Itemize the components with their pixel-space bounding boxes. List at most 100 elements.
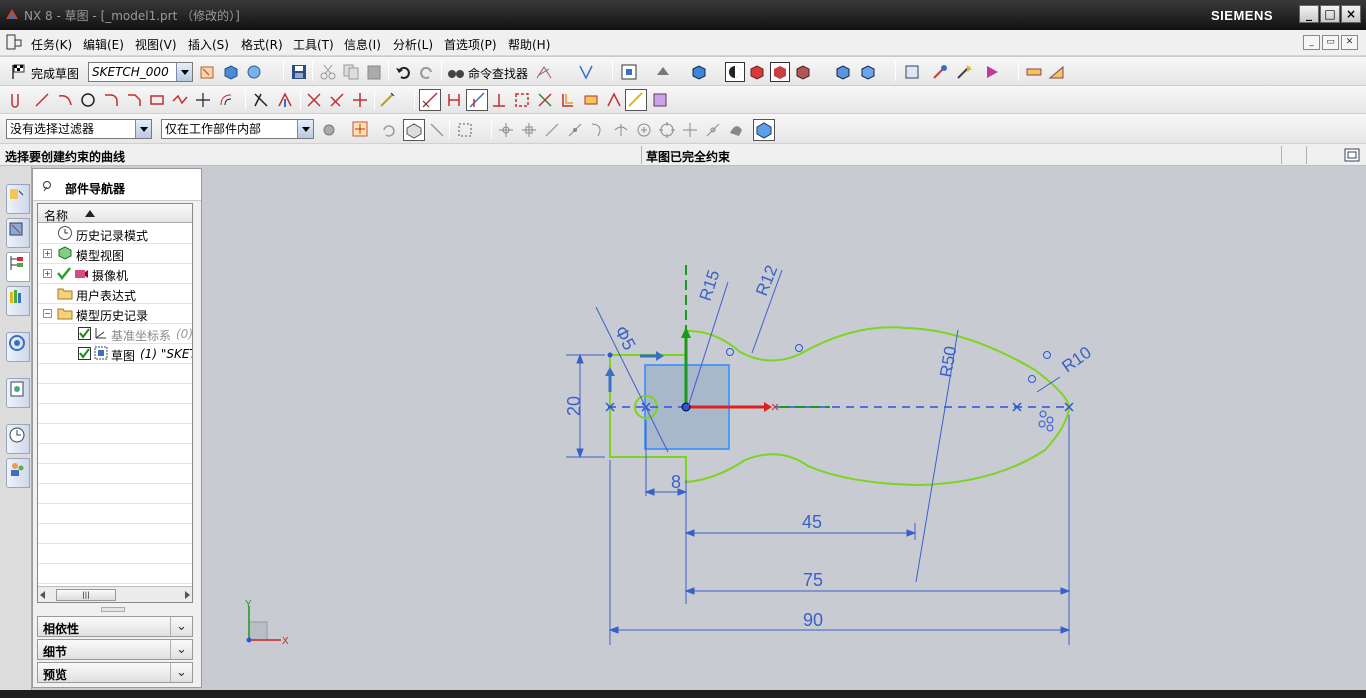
constraint-tangent-icon[interactable] xyxy=(328,91,346,109)
resource-tab-constraints[interactable] xyxy=(6,218,30,248)
scroll-right-icon[interactable] xyxy=(185,591,190,599)
chevron-down-icon[interactable]: ⌄ xyxy=(170,617,192,636)
checkbox-checked-icon[interactable] xyxy=(78,347,91,360)
command-finder-button[interactable]: 命令查找器 xyxy=(468,65,528,82)
cut-icon[interactable] xyxy=(319,63,337,81)
minimize-button[interactable]: _ xyxy=(1299,5,1319,23)
menu-edit[interactable]: 编辑(E) xyxy=(83,36,124,53)
menu-task[interactable]: 任务(K) xyxy=(31,36,72,53)
dim-height-20[interactable]: 20 xyxy=(564,396,584,416)
resource-tab-web[interactable] xyxy=(6,378,30,408)
doc-restore-button[interactable]: ▭ xyxy=(1322,35,1339,50)
details-panel[interactable]: 细节 ⌄ xyxy=(37,639,193,660)
display-mode-icon[interactable] xyxy=(725,62,745,82)
snap-midpoint-icon[interactable] xyxy=(520,121,538,139)
tree-row-datum-csys[interactable]: 基准坐标系 (0) xyxy=(38,324,192,344)
snap-body-icon[interactable] xyxy=(753,119,775,141)
tree-row-user-expressions[interactable]: 用户表达式 xyxy=(38,284,192,304)
snap-center-icon[interactable] xyxy=(635,121,653,139)
dim-radius-r12[interactable]: R12 xyxy=(752,262,781,298)
horizontal-scrollbar[interactable]: ||| xyxy=(38,586,192,602)
dim-length-90[interactable]: 90 xyxy=(803,610,823,630)
menu-insert[interactable]: 插入(S) xyxy=(188,36,229,53)
animate-dimension-icon[interactable] xyxy=(490,91,508,109)
sketch-icon[interactable] xyxy=(535,63,553,81)
doc-minimize-button[interactable]: _ xyxy=(1303,35,1320,50)
tree-row-model-history[interactable]: − 模型历史记录 xyxy=(38,304,192,324)
snap-intersection-icon[interactable] xyxy=(612,121,630,139)
alternate-solution-icon[interactable] xyxy=(536,91,554,109)
maximize-button[interactable]: □ xyxy=(1320,5,1340,23)
dim-radius-r15[interactable]: R15 xyxy=(696,268,724,304)
constraint-point-icon[interactable] xyxy=(351,91,369,109)
resource-tab-roles[interactable] xyxy=(6,458,30,488)
general-selection-icon[interactable] xyxy=(351,120,369,138)
redo-icon[interactable] xyxy=(418,63,436,81)
chamfer-icon[interactable] xyxy=(125,91,143,109)
snap-endpoint-icon[interactable] xyxy=(497,121,515,139)
resource-tab-hd3d[interactable] xyxy=(6,332,30,362)
clip-cube-icon[interactable] xyxy=(794,63,812,81)
finish-sketch-button[interactable]: 完成草图 xyxy=(31,65,79,82)
point-icon[interactable] xyxy=(194,91,212,109)
fillet-icon[interactable] xyxy=(102,91,120,109)
layer-icon[interactable] xyxy=(903,63,921,81)
deselect-icon[interactable] xyxy=(428,121,446,139)
graphics-window[interactable]: Φ5 R15 R12 R50 R10 20 8 45 75 90 Y X xyxy=(203,166,1366,690)
show-all-constraints-icon[interactable] xyxy=(445,91,463,109)
wand-icon[interactable] xyxy=(955,63,973,81)
checkbox-checked-icon[interactable] xyxy=(78,327,91,340)
profile-icon[interactable] xyxy=(10,91,28,109)
angle-measure-icon[interactable] xyxy=(1048,63,1066,81)
snap-existing-point-icon[interactable] xyxy=(681,121,699,139)
splitter-handle[interactable] xyxy=(101,607,125,612)
menu-preferences[interactable]: 首选项(P) xyxy=(444,36,497,53)
edit-object-icon[interactable] xyxy=(931,63,949,81)
arc-icon[interactable] xyxy=(56,91,74,109)
chevron-down-icon[interactable] xyxy=(176,63,192,81)
scrollbar-thumb[interactable]: ||| xyxy=(56,589,116,601)
play-icon[interactable] xyxy=(983,63,1001,81)
snap-on-face-icon[interactable] xyxy=(727,121,745,139)
dim-width-8[interactable]: 8 xyxy=(671,472,681,492)
shaded-cube-icon[interactable] xyxy=(690,63,708,81)
chevron-down-icon[interactable] xyxy=(135,120,151,138)
dim-radius-r50[interactable]: R50 xyxy=(936,345,960,379)
red-cube-icon[interactable] xyxy=(748,63,766,81)
paste-icon[interactable] xyxy=(365,63,383,81)
copy-icon[interactable] xyxy=(342,63,360,81)
menu-view[interactable]: 视图(V) xyxy=(135,36,177,53)
extend-icon[interactable] xyxy=(276,91,294,109)
preview-panel[interactable]: 预览 ⌄ xyxy=(37,662,193,683)
constraint-coincident-icon[interactable] xyxy=(305,91,323,109)
dim-hole-diameter[interactable]: Φ5 xyxy=(610,322,639,353)
polygon-icon[interactable] xyxy=(171,91,189,109)
infer-constraints-icon[interactable] xyxy=(559,91,577,109)
trim-icon[interactable] xyxy=(252,91,270,109)
offset-curve-icon[interactable] xyxy=(217,91,235,109)
tree-row-cameras[interactable]: + 摄像机 xyxy=(38,264,192,284)
snap-icon[interactable] xyxy=(577,63,595,81)
snap-on-curve-icon[interactable] xyxy=(704,121,722,139)
tree-column-header[interactable]: 名称 xyxy=(38,204,192,223)
resource-tab-reuse-library[interactable] xyxy=(6,286,30,316)
auto-constraint-icon[interactable] xyxy=(466,89,488,111)
view-direction-icon[interactable] xyxy=(859,63,877,81)
expand-plus-icon[interactable]: + xyxy=(43,249,52,258)
resource-tab-part-navigator[interactable] xyxy=(6,252,30,282)
snap-control-icon[interactable] xyxy=(566,121,584,139)
snap-quadrant-icon[interactable] xyxy=(658,121,676,139)
dim-length-45[interactable]: 45 xyxy=(802,512,822,532)
orient-view-icon[interactable] xyxy=(834,63,852,81)
dim-length-75[interactable]: 75 xyxy=(803,570,823,590)
save-icon[interactable] xyxy=(290,63,308,81)
convert-reference-icon[interactable] xyxy=(513,91,531,109)
menu-help[interactable]: 帮助(H) xyxy=(508,36,550,53)
circle-icon[interactable] xyxy=(79,91,97,109)
select-features-icon[interactable] xyxy=(403,119,425,141)
resource-tab-history[interactable] xyxy=(6,424,30,454)
resource-tab-assembly[interactable] xyxy=(6,184,30,214)
sketch-name-dropdown[interactable]: SKETCH_000 xyxy=(88,62,193,82)
menu-info[interactable]: 信息(I) xyxy=(344,36,381,53)
undo-selection-icon[interactable] xyxy=(380,121,398,139)
